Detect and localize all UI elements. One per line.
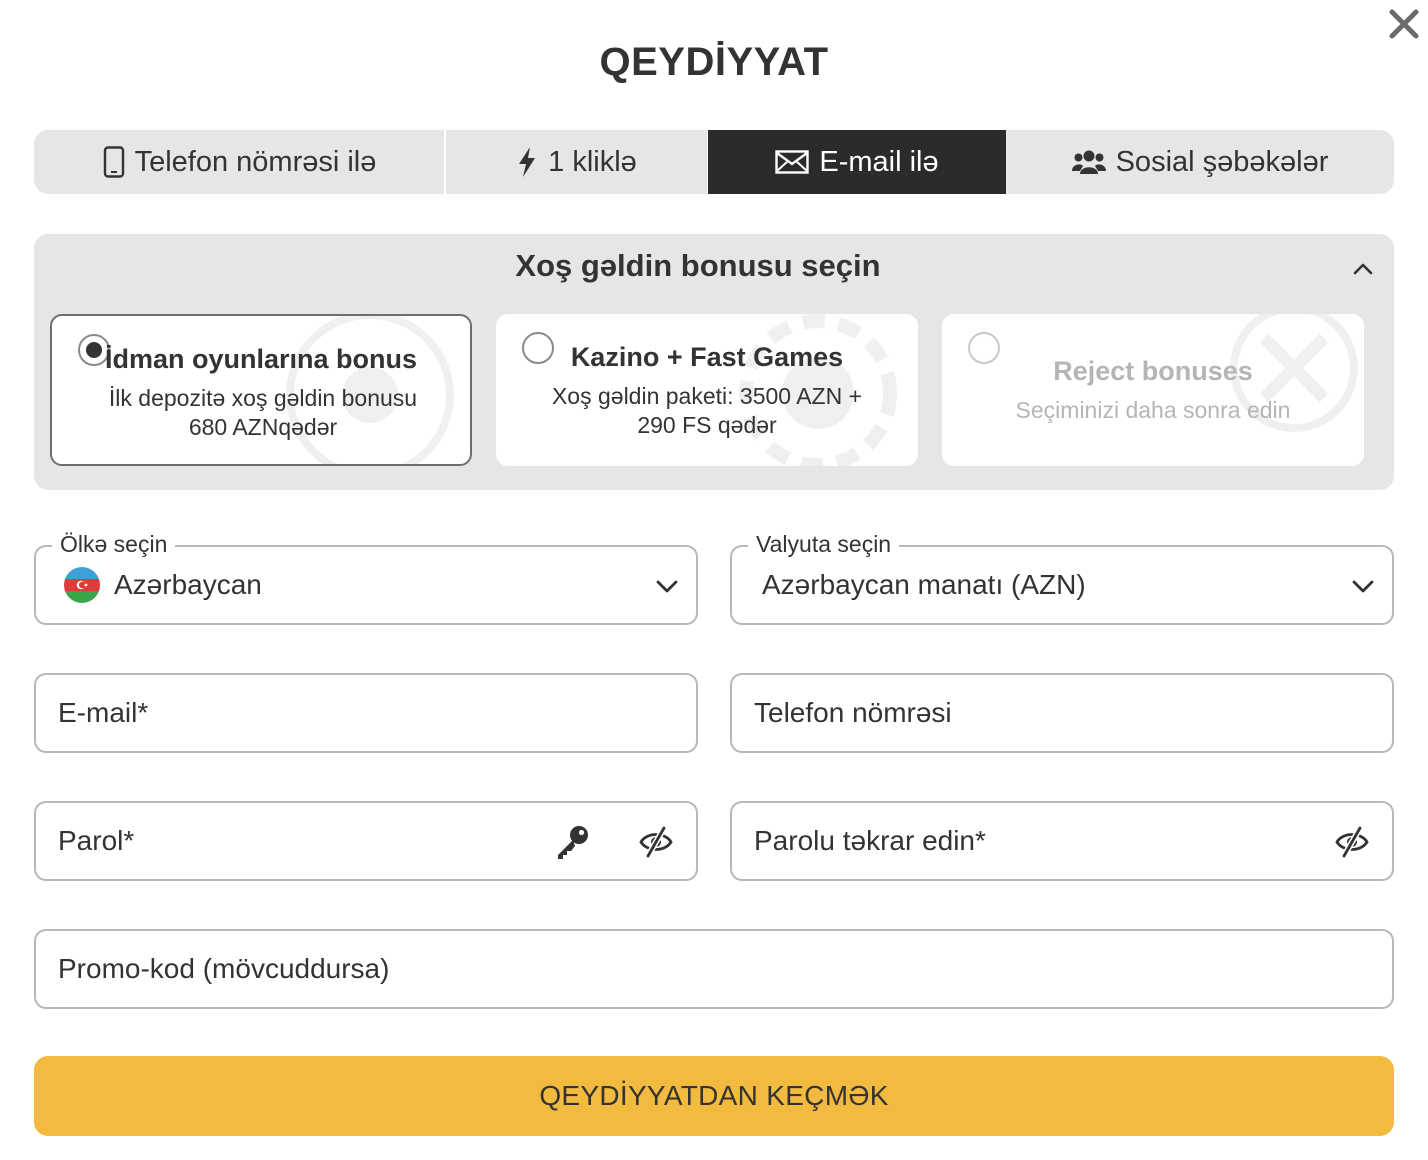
page-title: QEYDİYYAT bbox=[599, 40, 829, 84]
tab-social[interactable]: Sosial şəbəkələr bbox=[1006, 130, 1394, 194]
bonus-option-description: Xoş gəldin paketi: 3500 AZN + 290 FS qəd… bbox=[551, 383, 863, 438]
close-icon bbox=[1389, 9, 1419, 39]
registration-tabs: Telefon nömrəsi ilə 1 kliklə E-mail ilə … bbox=[34, 130, 1394, 194]
bonus-panel-title: Xoş gəldin bonusu seçin bbox=[515, 248, 881, 283]
tab-one-click-label: 1 kliklə bbox=[548, 145, 637, 178]
phone-field[interactable] bbox=[754, 675, 1354, 751]
tab-phone[interactable]: Telefon nömrəsi ilə bbox=[34, 130, 446, 194]
phone-icon bbox=[103, 146, 125, 178]
collapse-button[interactable] bbox=[1350, 256, 1376, 282]
phone-field-wrapper bbox=[730, 673, 1394, 753]
tab-phone-label: Telefon nömrəsi ilə bbox=[134, 145, 377, 178]
envelope-icon bbox=[775, 150, 810, 174]
currency-select-value: Azərbaycan manatı (AZN) bbox=[762, 569, 1086, 600]
bonus-option-description: İlk depozitə xoş gəldin bonusu 680 AZNqə… bbox=[108, 385, 418, 440]
tab-email[interactable]: E-mail ilə bbox=[708, 130, 1006, 194]
password-field[interactable] bbox=[58, 803, 538, 879]
chevron-down-icon bbox=[1352, 580, 1374, 593]
promo-field-wrapper bbox=[34, 929, 1394, 1009]
bonus-option-reject[interactable]: Reject bonuses Seçiminizi daha sonra edi… bbox=[942, 314, 1364, 466]
password-repeat-field[interactable] bbox=[754, 803, 1314, 879]
tab-email-label: E-mail ilə bbox=[819, 145, 939, 178]
close-button[interactable] bbox=[1386, 6, 1422, 42]
reject-cross-icon bbox=[1230, 314, 1358, 432]
promo-code-field[interactable] bbox=[58, 931, 1358, 1007]
bonus-option-sports[interactable]: İdman oyunlarına bonus İlk depozitə xoş … bbox=[50, 314, 472, 466]
bonus-option-name: Reject bonuses bbox=[1053, 356, 1253, 386]
country-select[interactable]: Ölkə seçin Azərbaycan bbox=[34, 530, 698, 625]
users-icon bbox=[1071, 148, 1106, 176]
currency-select[interactable]: Valyuta seçin Azərbaycan manatı (AZN) bbox=[730, 530, 1394, 625]
tab-one-click[interactable]: 1 kliklə bbox=[445, 130, 709, 194]
eye-slash-icon[interactable] bbox=[638, 825, 674, 859]
bonus-option-name: Kazino + Fast Games bbox=[570, 342, 844, 372]
email-field[interactable] bbox=[58, 675, 658, 751]
bonus-option-casino[interactable]: Kazino + Fast Games Xoş gəldin paketi: 3… bbox=[496, 314, 918, 466]
tab-social-label: Sosial şəbəkələr bbox=[1115, 145, 1329, 178]
country-select-value: Azərbaycan bbox=[114, 569, 262, 600]
lightning-icon bbox=[516, 146, 538, 178]
password-repeat-field-wrapper bbox=[730, 801, 1394, 881]
eye-slash-icon[interactable] bbox=[1334, 825, 1370, 859]
chevron-up-icon bbox=[1353, 263, 1373, 275]
key-icon[interactable] bbox=[554, 823, 592, 861]
bonus-panel: Xoş gəldin bonusu seçin İdman oyunlarına… bbox=[34, 234, 1394, 490]
password-field-wrapper bbox=[34, 801, 698, 881]
azerbaijan-flag-icon bbox=[64, 567, 100, 603]
register-button[interactable]: QEYDİYYATDAN KEÇMƏK bbox=[34, 1056, 1394, 1136]
chevron-down-icon bbox=[656, 580, 678, 593]
email-field-wrapper bbox=[34, 673, 698, 753]
bonus-option-name: İdman oyunlarına bonus bbox=[104, 344, 418, 374]
bonus-option-description: Seçiminizi daha sonra edin bbox=[1015, 397, 1291, 423]
